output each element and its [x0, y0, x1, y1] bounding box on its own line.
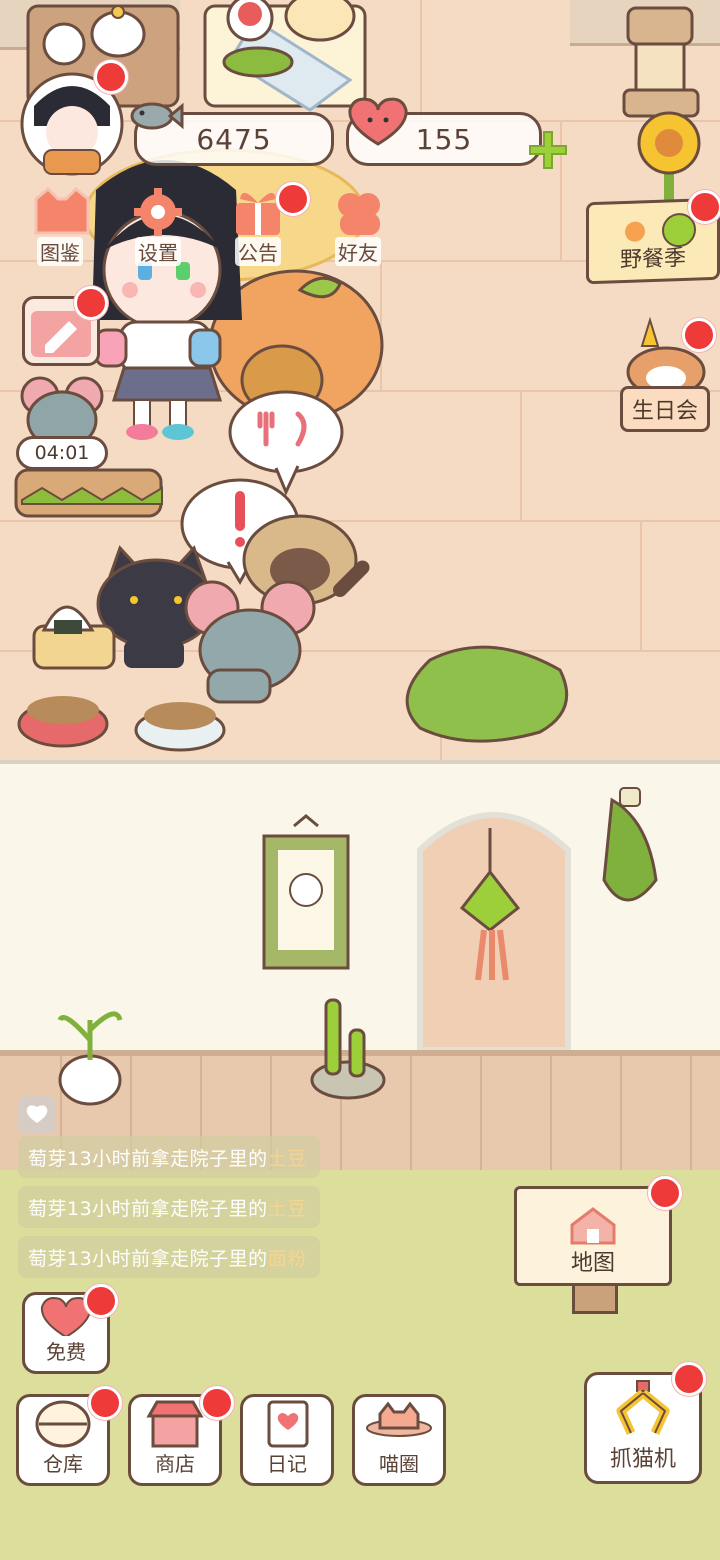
map-button[interactable]: 地图 [514, 1186, 672, 1286]
feed-item: 萄芽13小时前拿走院子里的 土豆 [18, 1136, 320, 1178]
feed-item-text: 萄芽13小时前拿走院子里的 [28, 1147, 268, 1170]
storage-label: 仓库 [43, 1452, 83, 1476]
settings-button[interactable]: 设置 [116, 182, 200, 266]
add-hearts-plus-icon[interactable] [528, 130, 568, 170]
claw-icon [616, 1380, 670, 1435]
feed-item-text: 萄芽13小时前拿走院子里的 [28, 1247, 268, 1270]
notepad-badge [74, 286, 108, 320]
friends-button[interactable]: 好友 [316, 182, 400, 266]
claw-machine-label: 抓猫机 [609, 1447, 676, 1472]
avatar-badge [94, 60, 128, 94]
picnic-badge [688, 190, 720, 224]
catalog-label: 图鉴 [37, 237, 83, 266]
settings-label: 设置 [135, 237, 181, 266]
map-badge [648, 1176, 682, 1210]
crafting-timer: 04:01 [16, 436, 108, 470]
shop-label: 商店 [155, 1452, 195, 1476]
storage-icon [35, 1400, 91, 1448]
cat-book-icon [34, 187, 90, 235]
diary-button[interactable]: 日记 [240, 1394, 334, 1486]
friends-icon [338, 193, 380, 235]
heart-outline-icon [26, 1105, 48, 1123]
friends-label: 好友 [335, 237, 381, 266]
feed-item-text: 萄芽13小时前拿走院子里的 [28, 1197, 268, 1220]
free-badge [84, 1284, 118, 1318]
catalog-button[interactable]: 图鉴 [18, 182, 102, 266]
storage-badge [88, 1386, 122, 1420]
fish-count: 6475 [196, 122, 272, 156]
shop-badge [200, 1386, 234, 1420]
timer-text: 04:01 [34, 442, 90, 464]
heart-count: 155 [415, 122, 473, 156]
gear-icon [134, 188, 182, 236]
announcement-badge [276, 182, 310, 216]
feed-item-highlight: 土豆 [267, 1147, 307, 1170]
feed-item: 萄芽13小时前拿走院子里的 面粉 [18, 1236, 320, 1278]
cat-planet-icon [366, 1401, 432, 1437]
claw-machine-badge [672, 1362, 706, 1396]
diary-icon [267, 1400, 309, 1448]
announcement-label: 公告 [235, 237, 281, 266]
fish-icon [130, 102, 184, 130]
feed-item: 萄芽13小时前拿走院子里的 土豆 [18, 1186, 320, 1228]
birthday-label: 生日会 [631, 399, 698, 424]
heart-icon [348, 97, 408, 146]
birthday-sign: 生日会 [620, 386, 710, 432]
diary-label: 日记 [267, 1452, 307, 1476]
shop-icon [146, 1400, 204, 1448]
free-label: 免费 [46, 1340, 86, 1364]
map-label: 地图 [570, 1251, 615, 1276]
feed-item-highlight: 面粉 [267, 1247, 307, 1270]
cat-circle-button[interactable]: 喵圈 [352, 1394, 446, 1486]
cat-circle-label: 喵圈 [379, 1452, 419, 1476]
birthday-badge [682, 318, 716, 352]
potted-plants-art [57, 998, 386, 1106]
house-icon [570, 1207, 616, 1245]
feed-item-highlight: 土豆 [267, 1197, 307, 1220]
feed-toggle-button[interactable] [18, 1096, 56, 1134]
